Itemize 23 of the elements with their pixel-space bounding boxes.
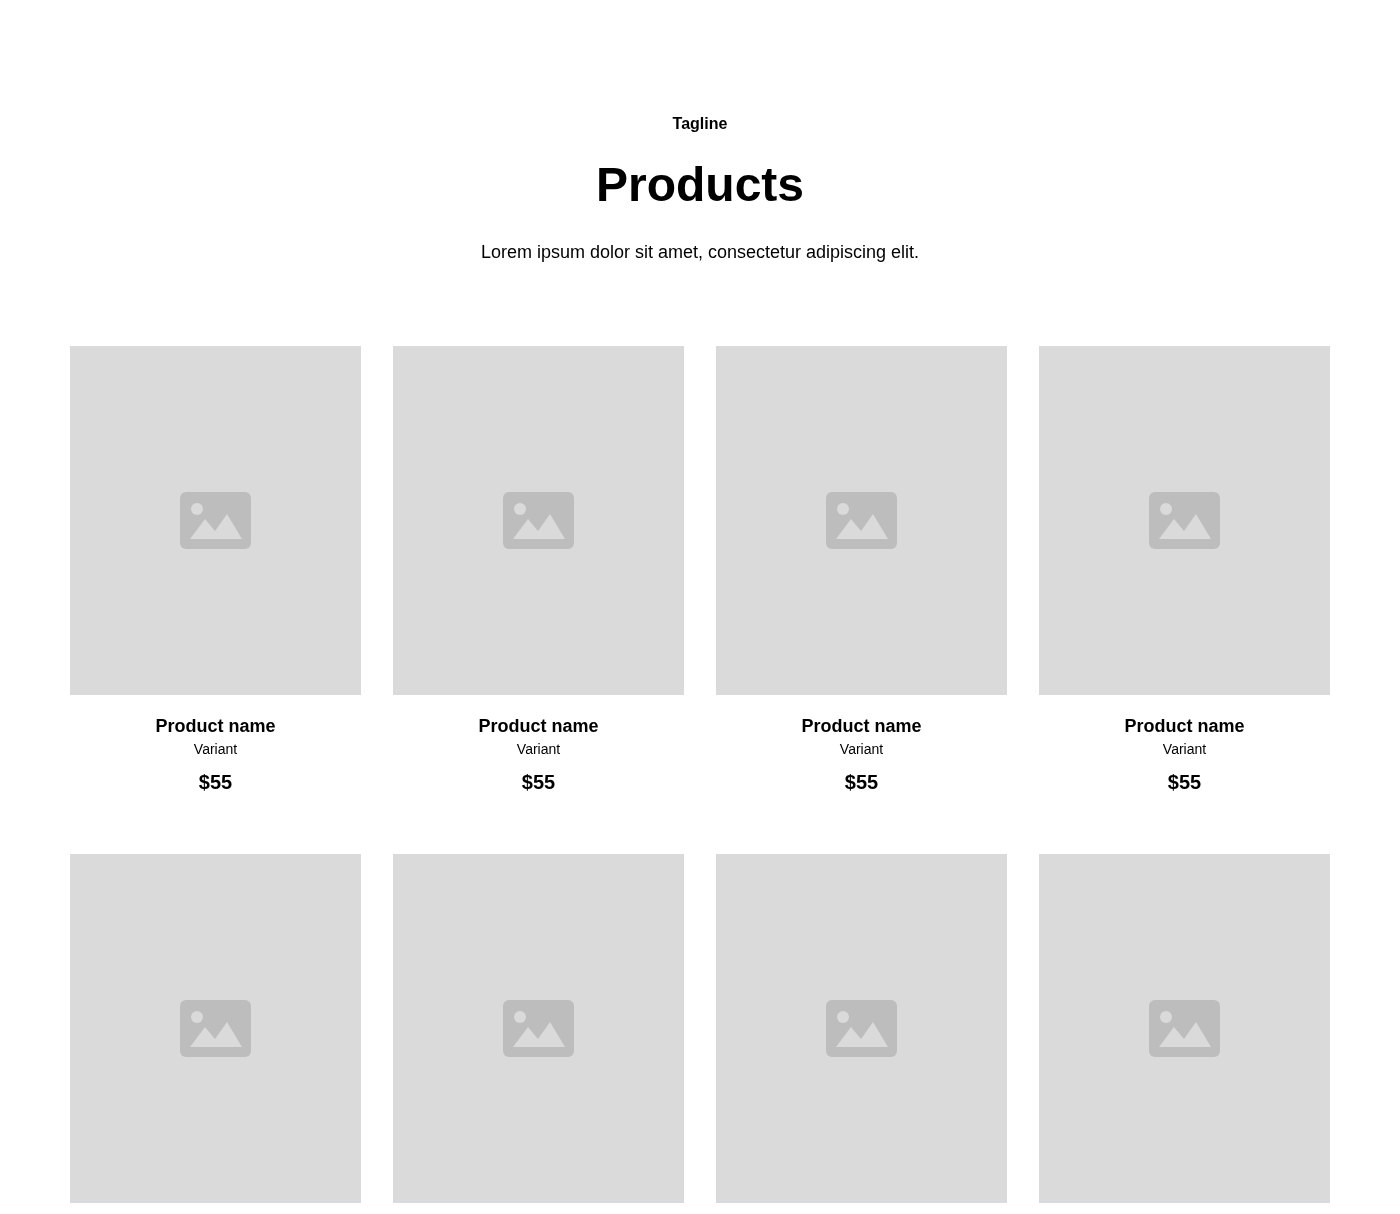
product-variant: Variant <box>839 741 884 757</box>
product-name: Product name <box>1124 715 1245 737</box>
tagline: Tagline <box>672 114 728 134</box>
product-variant: Variant <box>193 741 238 757</box>
image-icon <box>826 492 897 549</box>
page-title: Products <box>596 157 804 213</box>
image-icon <box>503 492 574 549</box>
image-icon <box>180 492 251 549</box>
product-variant: Variant <box>516 741 561 757</box>
image-icon <box>826 1000 897 1057</box>
product-name: Product name <box>155 715 276 737</box>
description: Lorem ipsum dolor sit amet, consectetur adipiscing elit. <box>480 241 920 264</box>
product-price: $55 <box>844 770 879 794</box>
product-name: Product name <box>801 715 922 737</box>
product-variant: Variant <box>1162 741 1207 757</box>
image-icon <box>1149 492 1220 549</box>
image-icon <box>1149 1000 1220 1057</box>
product-price: $55 <box>1167 770 1202 794</box>
product-price: $55 <box>521 770 556 794</box>
image-icon <box>180 1000 251 1057</box>
product-price: $55 <box>198 770 233 794</box>
product-name: Product name <box>478 715 599 737</box>
image-icon <box>503 1000 574 1057</box>
